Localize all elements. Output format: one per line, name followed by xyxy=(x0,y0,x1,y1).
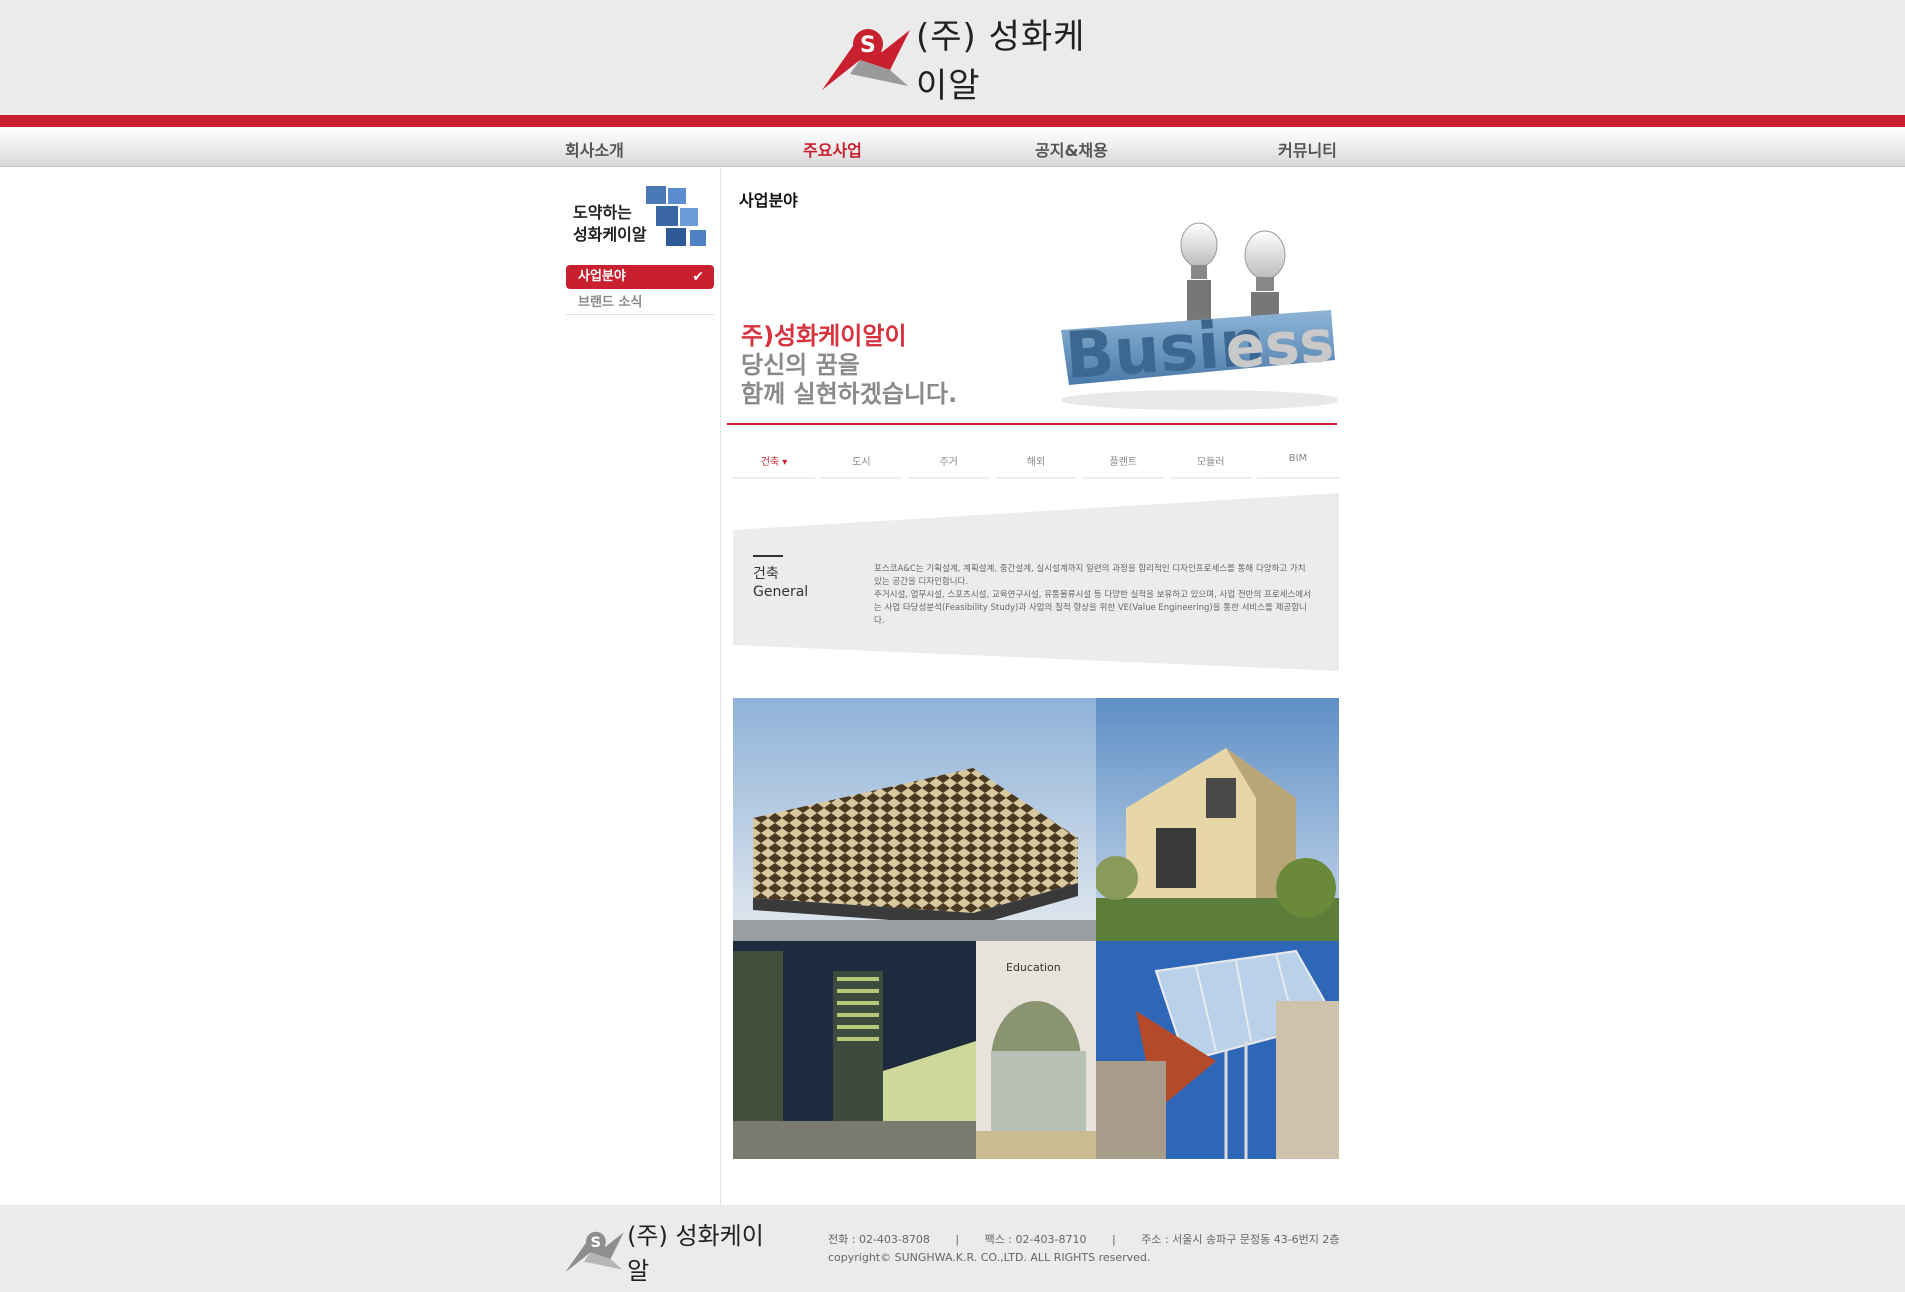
photo-architecture-2[interactable] xyxy=(1096,698,1339,941)
footer-phone: 전화 : 02-403-8708 xyxy=(828,1233,930,1246)
heading-bar xyxy=(753,555,783,557)
tab-architecture[interactable]: 건축 ▾ xyxy=(733,453,815,479)
footer-separator: | xyxy=(1111,1233,1116,1246)
svg-text:Education: Education xyxy=(1006,961,1061,974)
svg-text:S: S xyxy=(591,1234,602,1251)
sidebar-divider xyxy=(720,167,721,1205)
caret-down-icon: ▾ xyxy=(782,457,788,468)
tab-bim[interactable]: BIM xyxy=(1256,453,1339,479)
photo-architecture-3[interactable] xyxy=(733,941,976,1159)
tab-urban[interactable]: 도시 xyxy=(820,453,903,479)
footer-address: 주소 : 서울시 송파구 문정동 43-6번지 2층 xyxy=(1141,1233,1340,1246)
svg-text:S: S xyxy=(860,33,876,58)
hero-banner: 주)성화케이알이 당신의 꿈을 함께 실현하겠습니다. Busin ess xyxy=(727,200,1337,425)
project-photo-grid: Education xyxy=(733,698,1339,1159)
nav-item-business[interactable]: 주요사업 xyxy=(803,137,862,161)
header-red-bar xyxy=(0,115,1905,127)
cubes-icon xyxy=(646,186,706,246)
nav-item-community[interactable]: 커뮤니티 xyxy=(1278,137,1337,161)
sidebar-item-brand-news[interactable]: 브랜드 소식 xyxy=(566,291,714,315)
business-tabs: 건축 ▾ 도시 주거 해외 플랜트 모듈러 BIM xyxy=(733,453,1339,479)
nav-item-notice[interactable]: 공지&채용 xyxy=(1035,137,1108,161)
svg-text:ess: ess xyxy=(1223,307,1336,382)
business-3d-illustration: Busin ess xyxy=(1061,222,1337,410)
main-nav: 회사소개 주요사업 공지&채용 커뮤니티 xyxy=(0,127,1905,167)
general-heading: 건축 General xyxy=(753,555,808,601)
check-icon: ✔ xyxy=(692,269,704,285)
sidebar-banner: 도약하는 성화케이알 xyxy=(566,178,716,258)
footer-info: 전화 : 02-403-8708 | 팩스 : 02-403-8710 | 주소… xyxy=(828,1231,1340,1267)
site-logo[interactable]: S (주) 성화케이알 xyxy=(820,17,1090,106)
site-header: S (주) 성화케이알 xyxy=(0,0,1905,115)
logo-mark-icon: S xyxy=(820,22,912,94)
footer-logo-text: (주) 성화케이알 xyxy=(627,1222,764,1285)
photo-architecture-1[interactable] xyxy=(733,698,1096,941)
footer-copyright: copyright© SUNGHWA.K.R. CO.,LTD. ALL RIG… xyxy=(828,1251,1151,1264)
logo-text: (주) 성화케이알 xyxy=(916,17,1086,106)
tab-plant[interactable]: 플랜트 xyxy=(1082,453,1165,479)
photo-architecture-5[interactable] xyxy=(1096,941,1339,1159)
footer-separator: | xyxy=(955,1233,960,1246)
footer-logo[interactable]: S (주) 성화케이알 xyxy=(564,1222,774,1285)
sidebar-menu: 사업분야 ✔ 브랜드 소식 xyxy=(566,265,714,317)
general-description-panel: 건축 General 포스코A&C는 기획설계, 계획설계, 중간설계, 실시설… xyxy=(733,493,1339,671)
nav-item-company[interactable]: 회사소개 xyxy=(565,137,624,161)
photo-architecture-4[interactable]: Education xyxy=(976,941,1096,1159)
footer-fax: 팩스 : 02-403-8710 xyxy=(984,1233,1087,1246)
tab-modular[interactable]: 모듈러 xyxy=(1169,453,1252,479)
tab-overseas[interactable]: 해외 xyxy=(994,453,1077,479)
site-footer: S (주) 성화케이알 전화 : 02-403-8708 | 팩스 : 02-4… xyxy=(0,1205,1905,1292)
hero-slogan: 주)성화케이알이 당신의 꿈을 함께 실현하겠습니다. xyxy=(741,322,958,408)
general-description: 포스코A&C는 기획설계, 계획설계, 중간설계, 실시설계까지 일련의 과정을… xyxy=(874,564,1311,626)
tab-housing[interactable]: 주거 xyxy=(907,453,990,479)
sidebar-item-business-area[interactable]: 사업분야 ✔ xyxy=(566,265,714,289)
footer-logo-mark-icon: S xyxy=(565,1231,624,1273)
sidebar-banner-text: 도약하는 성화케이알 xyxy=(573,203,647,244)
